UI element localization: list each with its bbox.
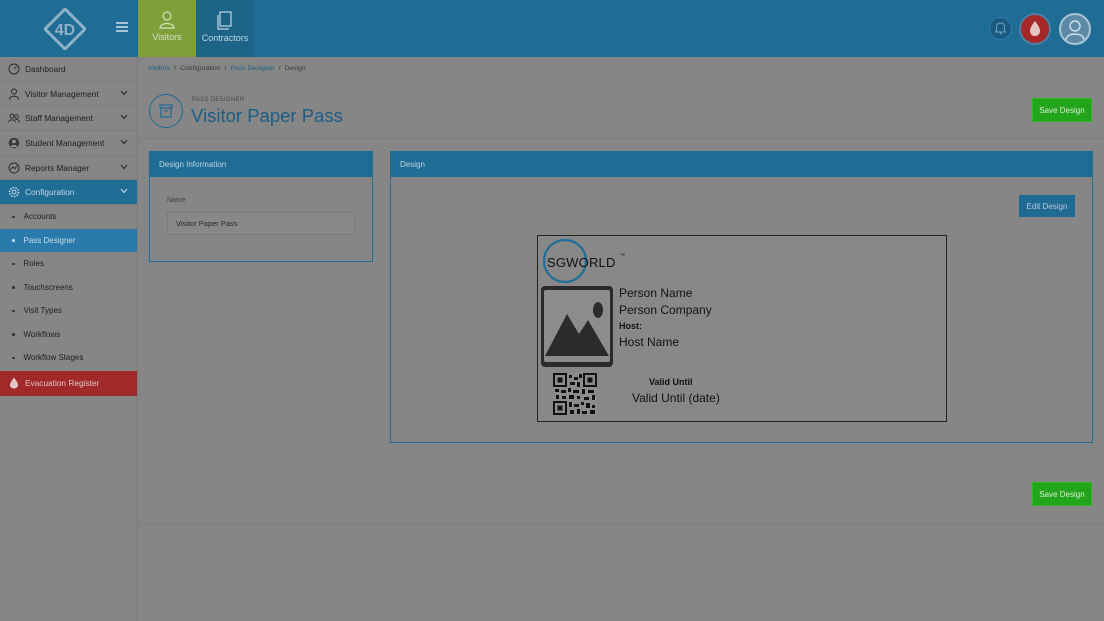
name-field-label: Name (167, 197, 186, 204)
sidebar-item-student-management[interactable]: Student Management (0, 131, 137, 156)
bullet-icon (12, 333, 15, 336)
card-person-name: Person Name (619, 286, 693, 300)
sidebar-item-label: Evacuation Register (25, 378, 100, 389)
menu-toggle-icon[interactable] (116, 22, 128, 32)
sidebar-subitem-workflows[interactable]: Workflows (0, 323, 137, 347)
flame-drop-icon (9, 377, 19, 389)
breadcrumb-item-design: Design (284, 65, 306, 72)
sidebar-item-label: Visitor Management (25, 88, 99, 99)
tab-contractors-label: Contractors (201, 33, 249, 43)
user-avatar-icon (1065, 20, 1085, 41)
tab-visitors-label: Visitors (152, 32, 182, 42)
breadcrumb: Visitors / Configuration / Pass Designer / Des… (148, 65, 306, 72)
chevron-down-icon (120, 90, 128, 96)
sidebar-item-staff-management[interactable]: Staff Management (0, 106, 137, 132)
sgworld-logo-text: SGWORLD (547, 255, 616, 270)
sidebar-subitem-touchscreens[interactable]: Touchscreens (0, 276, 137, 300)
sidebar-subitem-label: Touchscreens (23, 282, 73, 292)
name-input[interactable]: Visitor Paper Pass (167, 212, 355, 235)
breadcrumb-link-visitors[interactable]: Visitors (148, 65, 170, 72)
bullet-icon (12, 262, 15, 266)
design-panel: Design Edit Design SGWORLD ™ Person Name… (390, 151, 1093, 443)
student-icon (8, 137, 20, 149)
sidebar-item-label: Dashboard (25, 63, 66, 74)
sidebar-item-label: Student Management (25, 137, 105, 148)
pass-preview-card: SGWORLD ™ Person Name Person Company Hos… (537, 235, 947, 422)
4d-logo-icon[interactable]: 4D (44, 8, 86, 50)
group-icon (8, 112, 20, 124)
card-host-label: Host: (619, 321, 642, 331)
edit-design-button[interactable]: Edit Design (1019, 195, 1075, 217)
sidebar-subitem-label: Visit Types (23, 306, 62, 316)
sidebar-subitem-label: Workflows (23, 329, 61, 339)
archive-box-icon (149, 94, 183, 128)
breadcrumb-link-pass-designer[interactable]: Pass Designer (230, 65, 274, 72)
chevron-down-icon (120, 164, 128, 170)
sidebar-item-configuration[interactable]: Configuration (0, 180, 137, 206)
dashboard-gauge-icon (8, 63, 20, 75)
sidebar-subitem-visit-types[interactable]: Visit Types (0, 299, 137, 323)
page-header: PASS DESIGNER Visitor Paper Pass Save De… (139, 82, 1104, 139)
qr-code-icon (553, 373, 597, 415)
card-host-name: Host Name (619, 335, 680, 349)
bullet-icon (12, 309, 15, 313)
chevron-down-icon (120, 189, 128, 194)
tab-contractors[interactable]: Contractors (196, 0, 254, 57)
trademark-mark: ™ (620, 253, 625, 259)
page-footer-actions: Save Design (139, 465, 1104, 524)
breadcrumb-separator: / (224, 65, 227, 72)
sidebar-subitem-label: Roles (23, 259, 44, 269)
sidebar-subitem-workflow-stages[interactable]: Workflow Stages (0, 346, 137, 370)
sidebar-item-evacuation-register[interactable]: Evacuation Register (0, 370, 137, 396)
breadcrumb-separator: / (278, 65, 281, 72)
bullet-icon (12, 239, 15, 242)
chevron-down-icon (120, 139, 128, 145)
sidebar-subitem-roles[interactable]: Roles (0, 252, 137, 276)
person-photo-placeholder-icon (541, 286, 613, 367)
bullet-icon (12, 286, 15, 289)
sidebar-item-label: Staff Management (25, 113, 93, 124)
card-person-company: Person Company (619, 303, 712, 317)
sidebar-subitem-accounts[interactable]: Accounts (0, 205, 137, 229)
svg-text:4D: 4D (55, 22, 75, 39)
card-valid-until-value: Valid Until (date) (632, 391, 720, 405)
breadcrumb-item-configuration: Configuration (180, 65, 221, 72)
sidebar-item-label: Configuration (25, 187, 75, 198)
sidebar-item-label: Reports Manager (25, 162, 90, 173)
page-title: Visitor Paper Pass (191, 105, 343, 126)
evacuation-alert-button[interactable] (1019, 13, 1051, 45)
visitor-person-icon (159, 11, 175, 29)
sidebar-subitem-label: Pass Designer (23, 235, 76, 245)
panel-heading: Design Information (150, 152, 372, 177)
bullet-icon (12, 356, 15, 360)
reports-chart-icon (8, 162, 20, 174)
design-information-panel: Design Information Name Visitor Paper Pa… (149, 151, 373, 262)
sidebar-item-dashboard[interactable]: Dashboard (0, 57, 137, 82)
document-icon (217, 11, 232, 30)
bullet-icon (12, 215, 15, 219)
flame-drop-icon (1030, 21, 1040, 36)
card-valid-until-label: Valid Until (649, 377, 693, 387)
user-avatar[interactable] (1059, 13, 1091, 45)
sidebar-item-reports-manager[interactable]: Reports Manager (0, 156, 137, 181)
sidebar: Dashboard Visitor Management Staff Manag… (0, 57, 138, 621)
page-eyebrow: PASS DESIGNER (192, 97, 245, 103)
person-icon (8, 88, 20, 100)
notifications-button[interactable] (989, 17, 1012, 40)
sidebar-subitem-pass-designer[interactable]: Pass Designer (0, 228, 137, 253)
chevron-down-icon (120, 115, 128, 120)
sgworld-logo: SGWORLD ™ (542, 238, 632, 290)
save-design-button[interactable]: Save Design (1032, 98, 1092, 122)
panel-heading: Design (391, 152, 1092, 177)
sidebar-subitem-label: Accounts (23, 212, 57, 222)
gear-icon (8, 186, 20, 198)
breadcrumb-separator: / (174, 65, 177, 72)
tab-visitors[interactable]: Visitors (138, 0, 196, 57)
sidebar-item-visitor-management[interactable]: Visitor Management (0, 82, 137, 107)
sidebar-subitem-label: Workflow Stages (23, 353, 84, 363)
top-bar: 4D Visitors Contractors (0, 0, 1104, 57)
bell-icon (994, 22, 1007, 35)
save-design-button-bottom[interactable]: Save Design (1032, 482, 1092, 506)
